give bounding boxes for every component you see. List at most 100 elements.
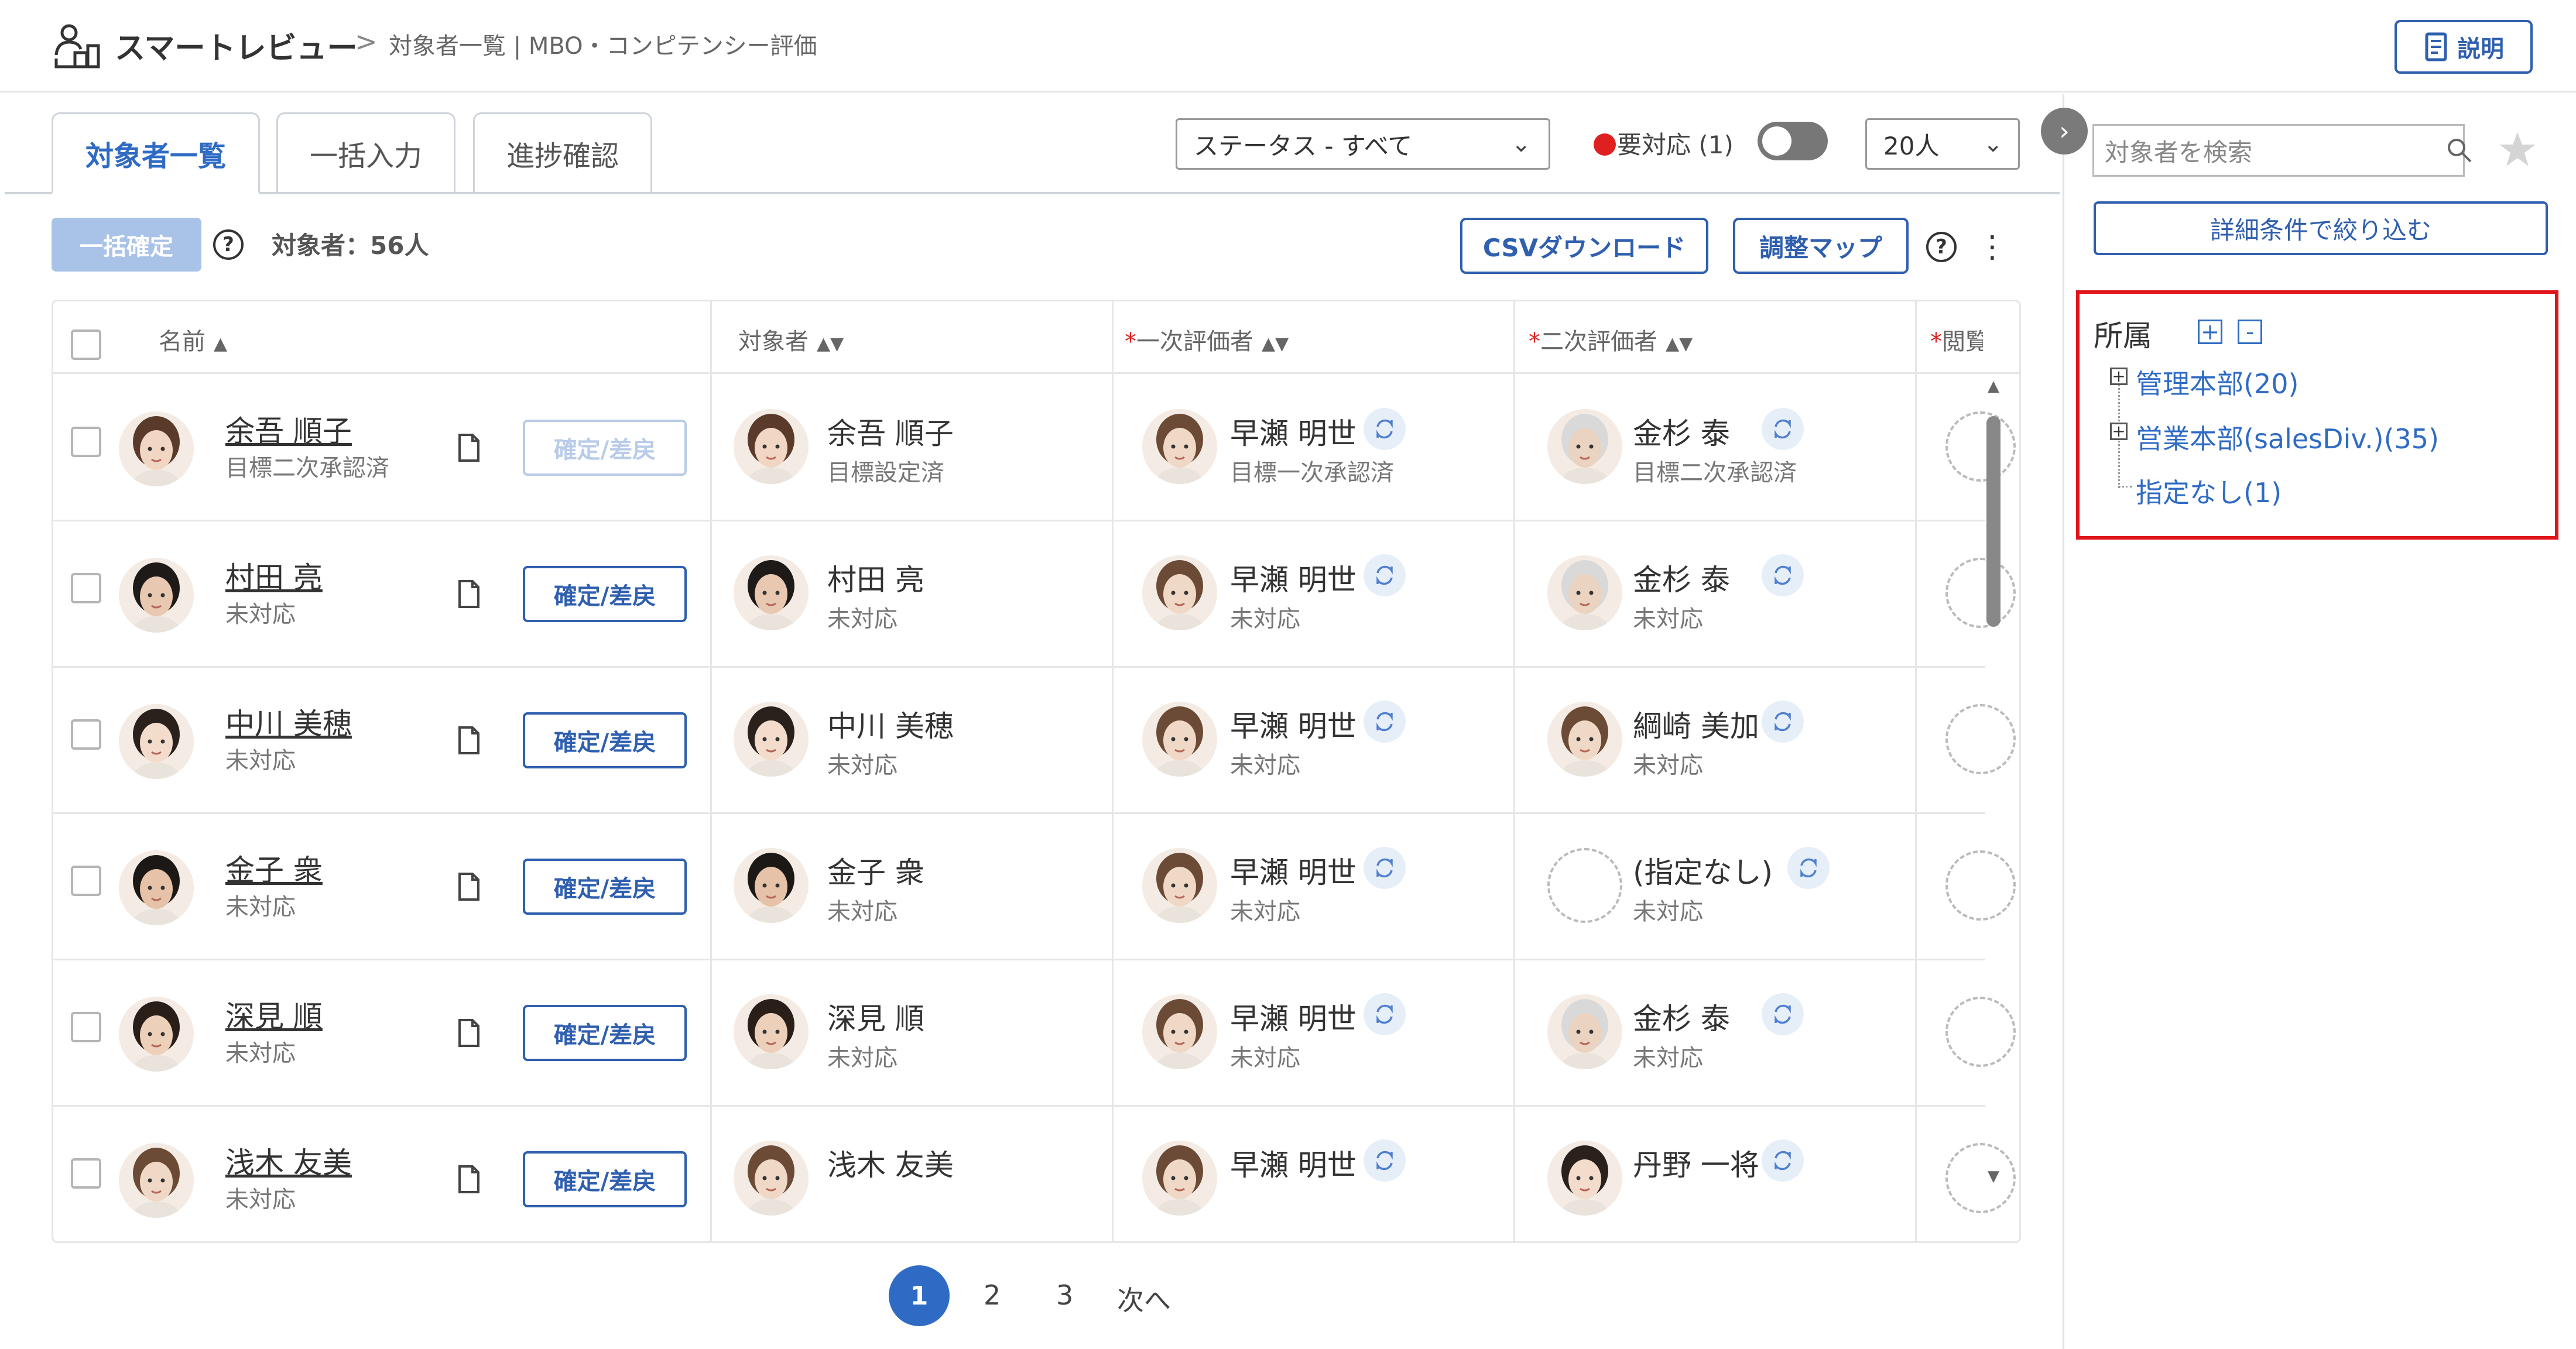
row-checkbox[interactable] — [71, 427, 101, 457]
star-icon[interactable] — [2498, 130, 2537, 170]
help-question-icon[interactable]: ? — [1926, 232, 1957, 262]
column-header-first-evaluator[interactable]: *一次評価者 ▲▼ — [1125, 322, 1289, 356]
expand-all-button[interactable]: + — [2198, 320, 2222, 344]
status-filter-select[interactable]: ステータス - すべて ⌄ — [1176, 118, 1550, 170]
status-filter-value: ステータス - すべて — [1194, 131, 1413, 160]
second-evaluator-name: 綱崎 美加 — [1633, 709, 1759, 743]
viewer-avatar-placeholder — [1945, 1143, 2016, 1213]
row-checkbox[interactable] — [71, 719, 101, 750]
confirm-return-button[interactable]: 確定/差戻 — [523, 859, 687, 915]
sheet-document-icon[interactable] — [457, 1018, 481, 1051]
employee-name-link[interactable]: 村田 亮 — [225, 554, 323, 596]
tab-bulk-input[interactable]: 一括入力 — [276, 112, 455, 192]
chevron-down-icon: ⌄ — [1983, 131, 2003, 157]
app-title[interactable]: スマートレビュー — [115, 23, 357, 67]
next-page-link[interactable]: 次へ — [1117, 1279, 1171, 1318]
confirm-return-button[interactable]: 確定/差戻 — [523, 1151, 687, 1207]
target-search-input[interactable]: 対象者を検索 — [2092, 124, 2465, 177]
change-evaluator-icon[interactable] — [1364, 993, 1406, 1035]
collapse-all-button[interactable]: - — [2238, 320, 2262, 344]
employee-name-link[interactable]: 中川 美穂 — [225, 701, 352, 743]
tree-item-sales-division[interactable]: 営業本部(salesDiv.)(35) — [2136, 418, 2439, 456]
scroll-down-arrow-icon[interactable]: ▼ — [1988, 1168, 1999, 1185]
tree-item-admin-division[interactable]: 管理本部(20) — [2136, 363, 2298, 401]
avatar — [1142, 994, 1217, 1069]
change-evaluator-icon[interactable] — [1762, 993, 1804, 1035]
vertical-scroll-thumb[interactable] — [1986, 416, 2000, 627]
scroll-up-arrow-icon[interactable]: ▲ — [1988, 377, 1999, 395]
table-row: 金子 衆未対応 確定/差戻 金子 衆未対応 早瀬 明世 未対応 (指定なし) 未対応 — [53, 814, 2016, 960]
avatar — [119, 1143, 194, 1218]
column-header-second-evaluator[interactable]: *二次評価者 ▲▼ — [1529, 322, 1693, 356]
employee-name-link[interactable]: 余吾 順子 — [225, 408, 352, 450]
column-header-name[interactable]: 名前 ▲ — [159, 322, 227, 356]
page-button-current[interactable]: 1 — [889, 1265, 950, 1326]
change-evaluator-icon[interactable] — [1364, 1139, 1406, 1182]
attention-dot-icon — [1594, 133, 1616, 156]
confirm-return-button[interactable]: 確定/差戻 — [523, 566, 687, 622]
sheet-document-icon[interactable] — [457, 725, 481, 758]
employee-name-link[interactable]: 浅木 友美 — [225, 1139, 352, 1182]
column-header-target[interactable]: 対象者 ▲▼ — [738, 322, 844, 356]
second-evaluator-status: 未対応 — [1633, 752, 1703, 779]
advanced-filter-button[interactable]: 詳細条件で絞り込む — [2094, 201, 2548, 255]
sheet-document-icon[interactable] — [457, 871, 481, 904]
avatar — [734, 1141, 809, 1216]
row-checkbox[interactable] — [71, 573, 101, 603]
confirm-return-button[interactable]: 確定/差戻 — [523, 712, 687, 768]
change-evaluator-icon[interactable] — [1762, 1139, 1804, 1182]
change-evaluator-icon[interactable] — [1762, 701, 1804, 743]
page-button-2[interactable]: 2 — [984, 1279, 1001, 1311]
sheet-document-icon[interactable] — [457, 1164, 481, 1197]
avatar — [734, 848, 809, 923]
help-button[interactable]: 説明 — [2395, 20, 2533, 74]
tree-expand-icon[interactable]: + — [2110, 423, 2128, 440]
sheet-document-icon[interactable] — [457, 432, 481, 465]
main-panel: 対象者一覧 一括入力 進捗確認 ステータス - すべて ⌄ 要対応 (1) 20… — [5, 94, 2064, 1349]
first-evaluator-status: 未対応 — [1230, 898, 1300, 925]
bulk-confirm-button[interactable]: 一括確定 — [52, 218, 201, 272]
tree-expand-icon[interactable]: + — [2110, 368, 2128, 385]
change-evaluator-icon[interactable] — [1787, 847, 1830, 889]
viewer-avatar-placeholder — [1945, 411, 2016, 482]
adjust-map-button[interactable]: 調整マップ — [1733, 218, 1909, 274]
confirm-return-button[interactable]: 確定/差戻 — [523, 420, 687, 476]
csv-download-button[interactable]: CSVダウンロード — [1460, 218, 1708, 274]
search-icon[interactable] — [2445, 136, 2473, 164]
employee-status: 未対応 — [225, 1186, 296, 1213]
row-checkbox[interactable] — [71, 866, 101, 896]
target-status: 未対応 — [827, 752, 898, 779]
second-evaluator-name: 金杉 泰 — [1633, 1002, 1730, 1036]
tab-target-list[interactable]: 対象者一覧 — [52, 112, 260, 194]
change-evaluator-icon[interactable] — [1364, 847, 1406, 889]
avatar — [1547, 702, 1622, 777]
employee-name-link[interactable]: 深見 順 — [225, 993, 323, 1035]
avatar — [119, 558, 194, 633]
more-options-icon[interactable]: ⋮ — [1977, 224, 2008, 270]
change-evaluator-icon[interactable] — [1364, 701, 1406, 743]
viewer-avatar-placeholder — [1945, 704, 2016, 774]
attention-toggle[interactable] — [1758, 122, 1828, 160]
page-button-3[interactable]: 3 — [1056, 1279, 1073, 1311]
row-checkbox[interactable] — [71, 1158, 101, 1189]
employee-name-link[interactable]: 金子 衆 — [225, 847, 323, 889]
tab-progress[interactable]: 進捗確認 — [473, 112, 652, 192]
change-evaluator-icon[interactable] — [1364, 408, 1406, 450]
select-all-checkbox[interactable] — [71, 329, 101, 360]
sheet-document-icon[interactable] — [457, 579, 481, 612]
first-evaluator-status: 未対応 — [1230, 1045, 1300, 1072]
help-question-icon[interactable]: ? — [213, 229, 244, 260]
second-evaluator-name: 金杉 泰 — [1633, 417, 1730, 451]
breadcrumb-separator: > — [355, 26, 378, 57]
per-page-select[interactable]: 20人 ⌄ — [1865, 118, 2020, 170]
change-evaluator-icon[interactable] — [1364, 554, 1406, 596]
change-evaluator-icon[interactable] — [1762, 408, 1804, 450]
column-header-viewer[interactable]: *閲覧者 — [1930, 322, 1983, 356]
change-evaluator-icon[interactable] — [1762, 554, 1804, 596]
panel-collapse-chevron-icon[interactable]: › — [2041, 108, 2088, 155]
row-checkbox[interactable] — [71, 1012, 101, 1042]
table-row: 村田 亮未対応 確定/差戻 村田 亮未対応 早瀬 明世 未対応 金杉 泰未対応 — [53, 521, 2016, 668]
confirm-return-button[interactable]: 確定/差戻 — [523, 1005, 687, 1061]
table-row: 中川 美穂 未対応 確定/差戻 中川 美穂 未対応 早瀬 明世 未対応 綱崎 美加 未対応 — [53, 668, 2016, 814]
tree-item-unassigned[interactable]: 指定なし(1) — [2136, 472, 2282, 510]
